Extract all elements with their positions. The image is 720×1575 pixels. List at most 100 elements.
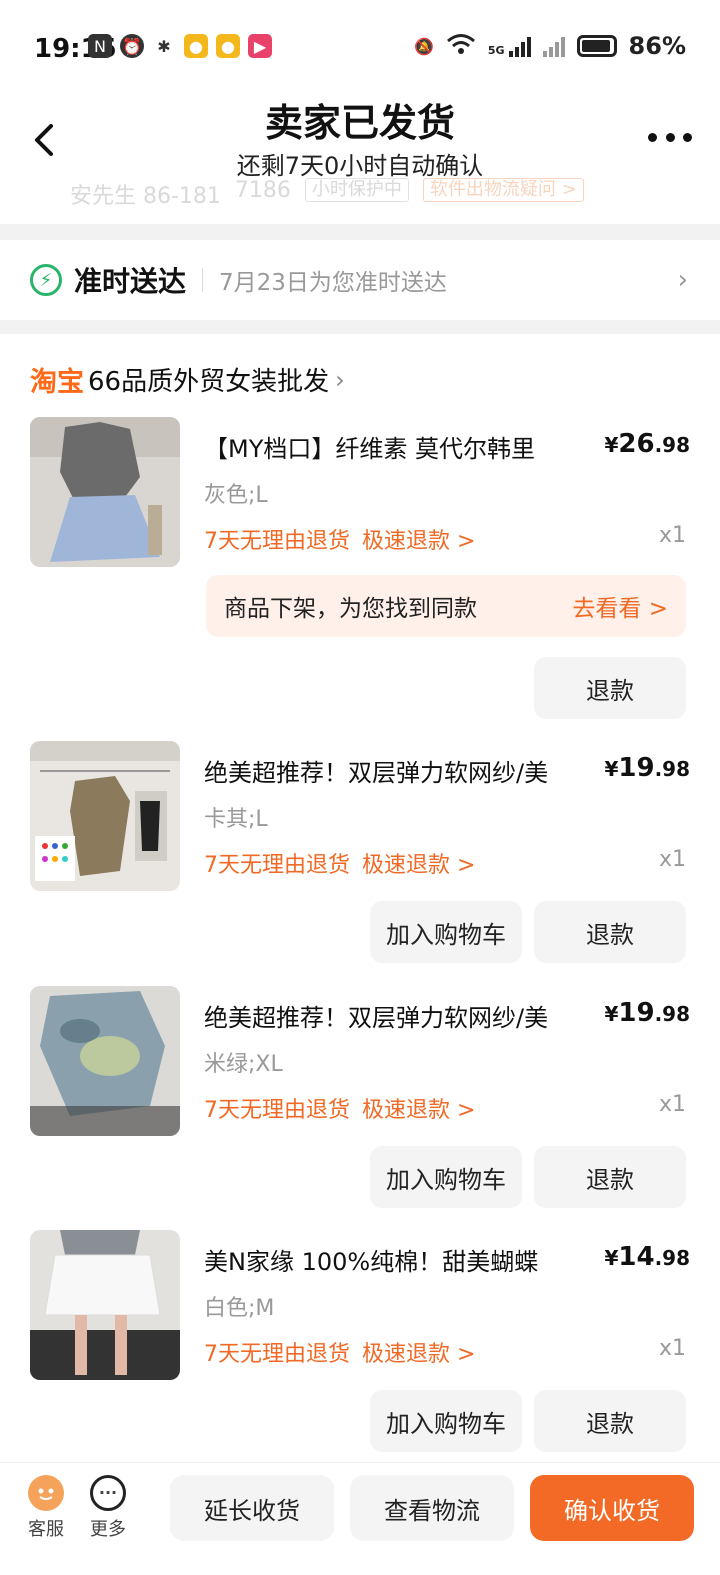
refund-button[interactable]: 退款: [534, 901, 686, 963]
product-price: ¥19.98: [604, 998, 690, 1028]
fast-refund-tag[interactable]: 极速退款 >: [362, 523, 475, 555]
product-thumbnail[interactable]: [30, 417, 180, 567]
customer-service-button[interactable]: 客服: [22, 1475, 70, 1541]
price-dec: .98: [654, 1002, 690, 1026]
address-row-partial: 安先生 86-181 7186 小时保护中 软件出物流疑问 >: [70, 178, 584, 210]
notice-action[interactable]: 去看看 >: [572, 589, 668, 623]
add-to-cart-button[interactable]: 加入购物车: [370, 901, 522, 963]
order-item[interactable]: 【MY档口】纤维素 莫代尔韩里 ¥26.98 灰色;L 7天无理由退货 极速退款…: [0, 417, 720, 719]
signal-icon: 5G: [488, 35, 531, 57]
more-options-button[interactable]: [648, 122, 692, 152]
order-item[interactable]: 绝美超推荐！双层弹力软网纱/美 ¥19.98 卡其;L 7天无理由退货 极速退款…: [0, 741, 720, 971]
bottom-action-bar: 客服 ··· 更多 延长收货 查看物流 确认收货: [0, 1462, 720, 1575]
ghost-tag: 小时保护中: [304, 178, 409, 202]
product-spec: 白色;M: [204, 1296, 275, 1321]
price-int: 14: [618, 1242, 655, 1272]
product-qty: x1: [658, 523, 686, 548]
status-bar: 19:15 N ⏰ ✱ ● ● ▶ 🔕 5G 86%: [0, 0, 720, 90]
chevron-right-icon: ›: [335, 365, 345, 394]
service-label: 客服: [28, 1519, 64, 1540]
product-qty: x1: [658, 1092, 686, 1117]
view-logistics-button[interactable]: 查看物流: [350, 1475, 514, 1541]
more-dots-icon: ···: [90, 1475, 126, 1511]
battery-percent: 86%: [628, 32, 686, 60]
more-dots-icon: [683, 132, 692, 142]
product-qty: x1: [658, 1336, 686, 1361]
more-label: 更多: [90, 1519, 126, 1540]
delivery-text: 7月23日为您准时送达: [219, 270, 447, 296]
refund-button[interactable]: 退款: [534, 657, 686, 719]
product-spec: 米绿;XL: [204, 1052, 283, 1077]
add-to-cart-button[interactable]: 加入购物车: [370, 1146, 522, 1208]
shop-header[interactable]: 淘宝 66品质外贸女装批发 ›: [30, 360, 345, 399]
ghost-text: 安先生 86-181: [70, 184, 221, 209]
status-system-icons: 🔕 5G 86%: [414, 32, 686, 60]
delivery-title: 准时送达: [74, 265, 187, 298]
confirm-receipt-button[interactable]: 确认收货: [530, 1475, 694, 1541]
product-spec: 卡其;L: [204, 807, 268, 832]
product-price: ¥19.98: [604, 753, 690, 783]
product-title: 绝美超推荐！双层弹力软网纱/美: [204, 1004, 549, 1032]
delisted-notice[interactable]: 商品下架，为您找到同款 去看看 >: [206, 575, 686, 637]
extend-receipt-button[interactable]: 延长收货: [170, 1475, 334, 1541]
page-title: 卖家已发货: [264, 101, 455, 145]
ghost-text: 7186: [234, 178, 291, 203]
price-dec: .98: [654, 433, 690, 457]
return-tag: 7天无理由退货: [204, 529, 350, 554]
alarm-icon: ⏰: [120, 34, 144, 58]
return-tag: 7天无理由退货: [204, 853, 350, 878]
customer-service-icon: [28, 1475, 64, 1511]
currency-symbol: ¥: [604, 1002, 619, 1026]
weibo-icon-2: ●: [216, 34, 240, 58]
weibo-icon: ●: [184, 34, 208, 58]
shop-name: 66品质外贸女装批发: [88, 367, 330, 397]
price-int: 26: [618, 429, 655, 459]
ghost-tag: 软件出物流疑问 >: [422, 178, 584, 202]
refund-button[interactable]: 退款: [534, 1146, 686, 1208]
mute-icon: 🔕: [413, 36, 434, 56]
taobao-logo: 淘宝: [30, 367, 84, 398]
product-title: 【MY档口】纤维素 莫代尔韩里: [204, 435, 535, 463]
page-subtitle: 还剩7天0小时自动确认: [236, 152, 484, 180]
product-spec: 灰色;L: [204, 483, 268, 508]
order-header: 卖家已发货 还剩7天0小时自动确认 安先生 86-181 7186 小时保护中 …: [0, 90, 720, 224]
add-to-cart-button[interactable]: 加入购物车: [370, 1390, 522, 1452]
fast-refund-tag[interactable]: 极速退款 >: [362, 1092, 475, 1124]
signal-icon-2: [542, 35, 565, 57]
product-price: ¥14.98: [604, 1242, 690, 1272]
refund-button[interactable]: 退款: [534, 1390, 686, 1452]
service-tags: 7天无理由退货 极速退款 >: [204, 847, 475, 879]
service-tags: 7天无理由退货 极速退款 >: [204, 523, 475, 555]
return-tag: 7天无理由退货: [204, 1098, 350, 1123]
lightning-icon: ⚡: [30, 264, 62, 296]
order-item[interactable]: 绝美超推荐！双层弹力软网纱/美 ¥19.98 米绿;XL 7天无理由退货 极速退…: [0, 986, 720, 1216]
product-qty: x1: [658, 847, 686, 872]
battery-icon: [576, 35, 617, 57]
video-app-icon: ▶: [248, 34, 272, 58]
more-button[interactable]: ··· 更多: [84, 1475, 132, 1541]
price-int: 19: [618, 753, 655, 783]
product-thumbnail[interactable]: [30, 1230, 180, 1380]
currency-symbol: ¥: [604, 1246, 619, 1270]
fast-refund-tag[interactable]: 极速退款 >: [362, 1336, 475, 1368]
product-thumbnail[interactable]: [30, 986, 180, 1136]
price-int: 19: [618, 998, 655, 1028]
currency-symbol: ¥: [604, 433, 619, 457]
product-title: 美N家缘 100%纯棉！甜美蝴蝶: [204, 1248, 539, 1276]
more-dots-icon: [648, 132, 657, 142]
product-title: 绝美超推荐！双层弹力软网纱/美: [204, 759, 549, 787]
product-thumbnail[interactable]: [30, 741, 180, 891]
wifi-icon: [446, 33, 476, 59]
order-item[interactable]: 美N家缘 100%纯棉！甜美蝴蝶 ¥14.98 白色;M 7天无理由退货 极速退…: [0, 1230, 720, 1460]
price-dec: .98: [654, 1246, 690, 1270]
fast-refund-tag[interactable]: 极速退款 >: [362, 847, 475, 879]
divider: [202, 268, 204, 292]
bluetooth-icon: ✱: [157, 36, 171, 56]
service-tags: 7天无理由退货 极速退款 >: [204, 1336, 475, 1368]
delivery-row[interactable]: ⚡ 准时送达 7月23日为您准时送达 ›: [0, 240, 720, 320]
chevron-right-icon: ›: [677, 265, 688, 295]
currency-symbol: ¥: [604, 757, 619, 781]
price-dec: .98: [654, 757, 690, 781]
shop-card: 淘宝 66品质外贸女装批发 › 【MY档口】纤维素 莫代尔韩里 ¥26.98 灰…: [0, 334, 720, 1464]
status-notification-icons: N ⏰ ✱ ● ● ▶: [88, 34, 272, 58]
